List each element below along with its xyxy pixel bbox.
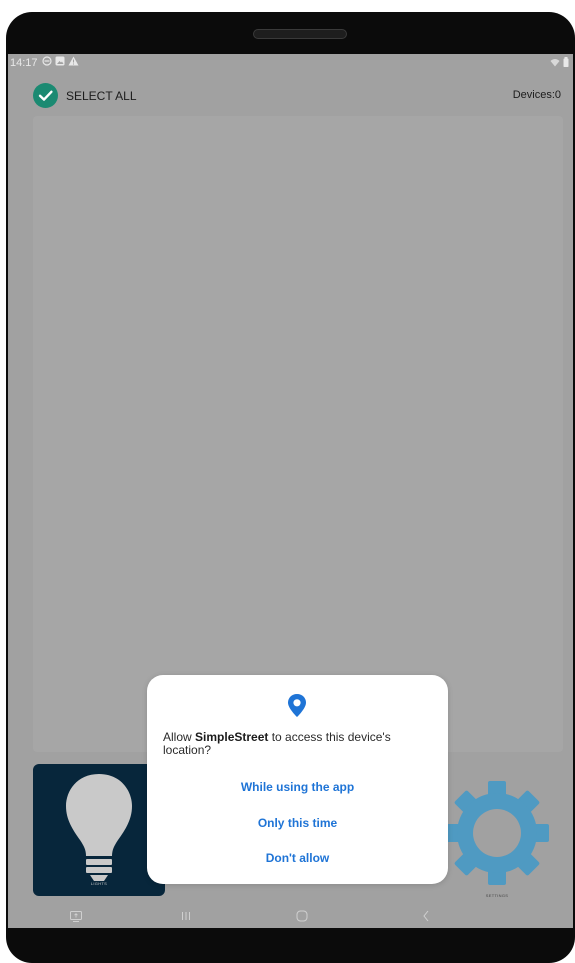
image-icon <box>55 56 65 66</box>
back-button[interactable] <box>416 906 436 926</box>
settings-tile-label: SETTINGS <box>485 893 509 898</box>
screen-share-button[interactable] <box>66 906 86 926</box>
recent-apps-icon <box>182 912 190 920</box>
checkmark-icon <box>38 90 53 101</box>
home-icon <box>296 910 308 922</box>
device-list <box>33 116 563 752</box>
lights-tile[interactable]: LIGHTS <box>33 764 165 896</box>
speaker-grille <box>253 29 347 39</box>
do-not-disturb-icon <box>42 56 52 66</box>
dialog-message: Allow SimpleStreet to access this device… <box>163 731 433 757</box>
settings-tile[interactable]: SETTINGS <box>438 774 556 898</box>
navigation-bar <box>8 904 573 928</box>
location-pin-icon <box>288 694 306 717</box>
status-icons-right <box>550 57 569 67</box>
devices-count: Devices:0 <box>512 89 561 101</box>
battery-icon <box>563 57 569 67</box>
location-permission-dialog: Allow SimpleStreet to access this device… <box>147 675 448 884</box>
status-time: 14:17 <box>10 57 38 69</box>
home-button[interactable] <box>292 906 312 926</box>
lights-tile-label: LIGHTS <box>90 881 108 886</box>
wifi-icon <box>550 58 560 66</box>
back-icon <box>423 910 429 922</box>
gear-icon <box>445 781 549 885</box>
recent-apps-button[interactable] <box>176 906 196 926</box>
select-all-label[interactable]: SELECT ALL <box>66 89 137 103</box>
dialog-message-prefix: Allow <box>163 730 196 744</box>
select-all-checkbox[interactable] <box>33 83 58 108</box>
screen-share-icon <box>70 910 82 922</box>
lightbulb-icon <box>66 774 132 881</box>
dialog-app-name: SimpleStreet <box>195 730 269 744</box>
status-bar: 14:17 <box>8 54 573 74</box>
only-this-time-button[interactable]: Only this time <box>147 810 448 836</box>
dont-allow-button[interactable]: Don't allow <box>147 845 448 871</box>
warning-icon <box>68 56 79 66</box>
status-icons-left <box>42 56 79 66</box>
top-bar: SELECT ALL Devices:0 <box>8 82 573 110</box>
while-using-app-button[interactable]: While using the app <box>147 774 448 800</box>
